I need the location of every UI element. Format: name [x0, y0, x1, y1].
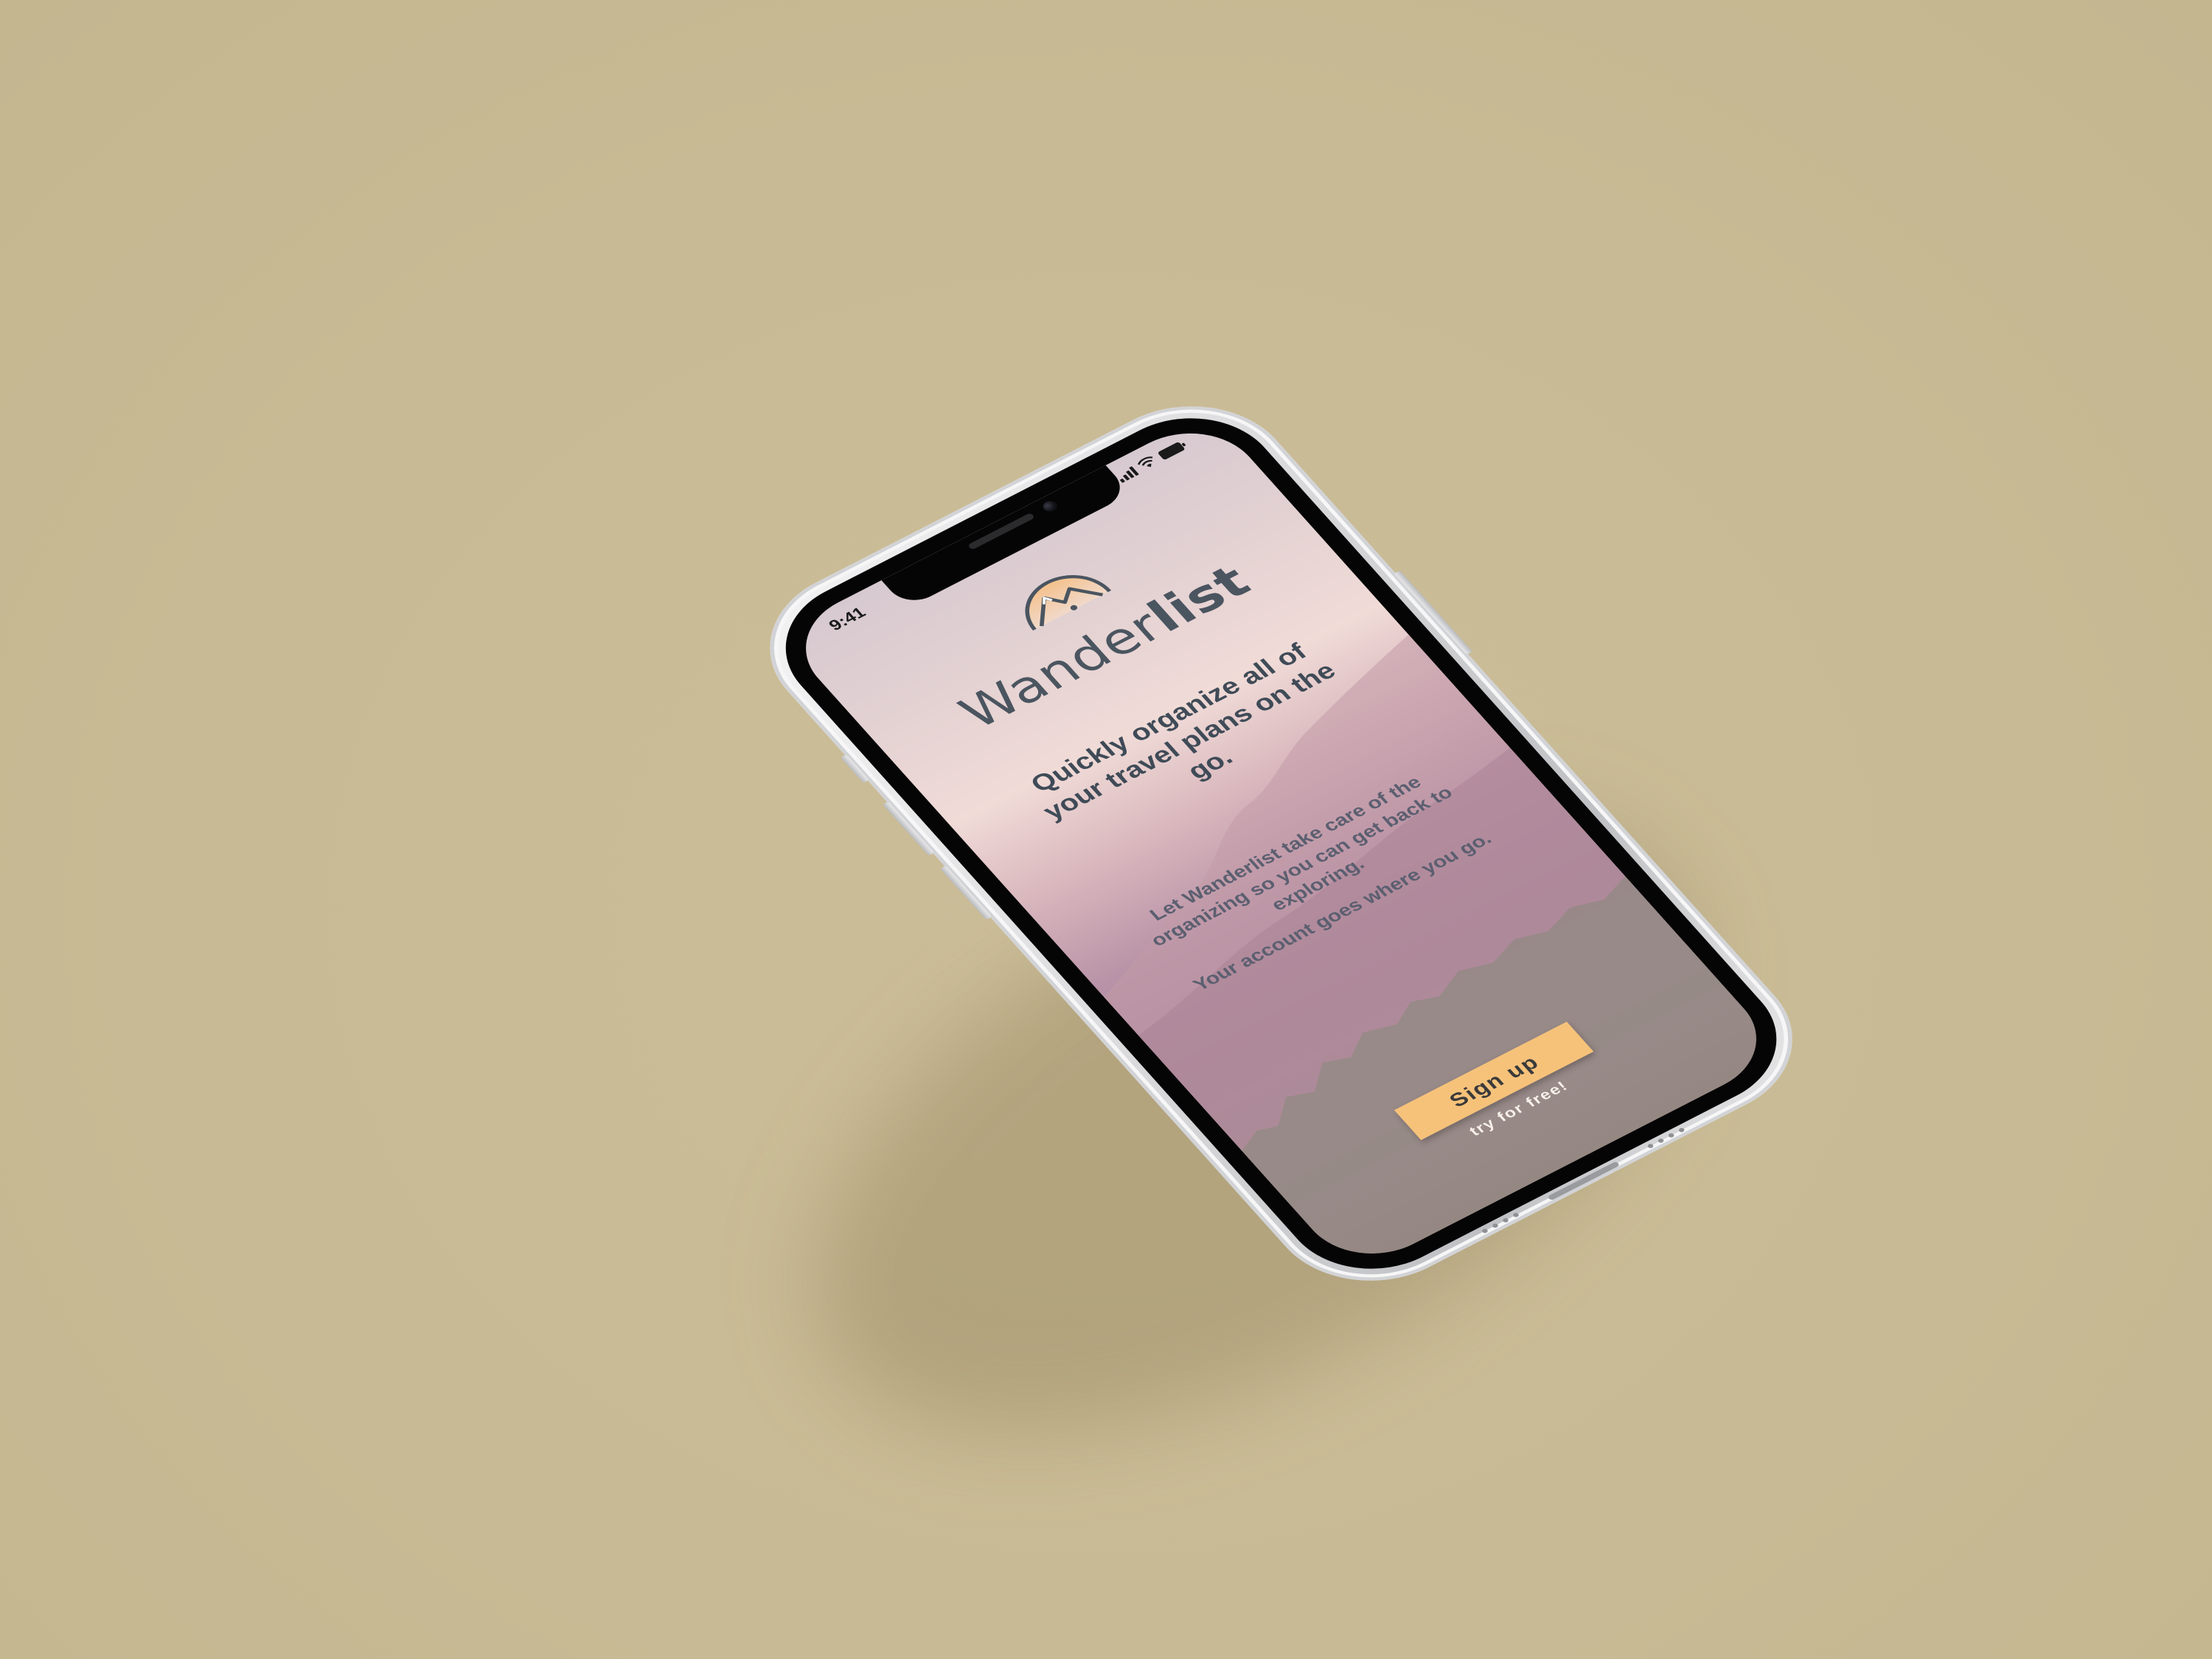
signal-icon: [1114, 465, 1139, 483]
wifi-icon: [1135, 454, 1160, 472]
mute-switch: [840, 754, 869, 783]
battery-icon: [1156, 439, 1190, 461]
mockup-background: 9:41 Wanderlist Quickly organize all of …: [0, 0, 2212, 1659]
status-time: 9:41: [824, 604, 869, 634]
